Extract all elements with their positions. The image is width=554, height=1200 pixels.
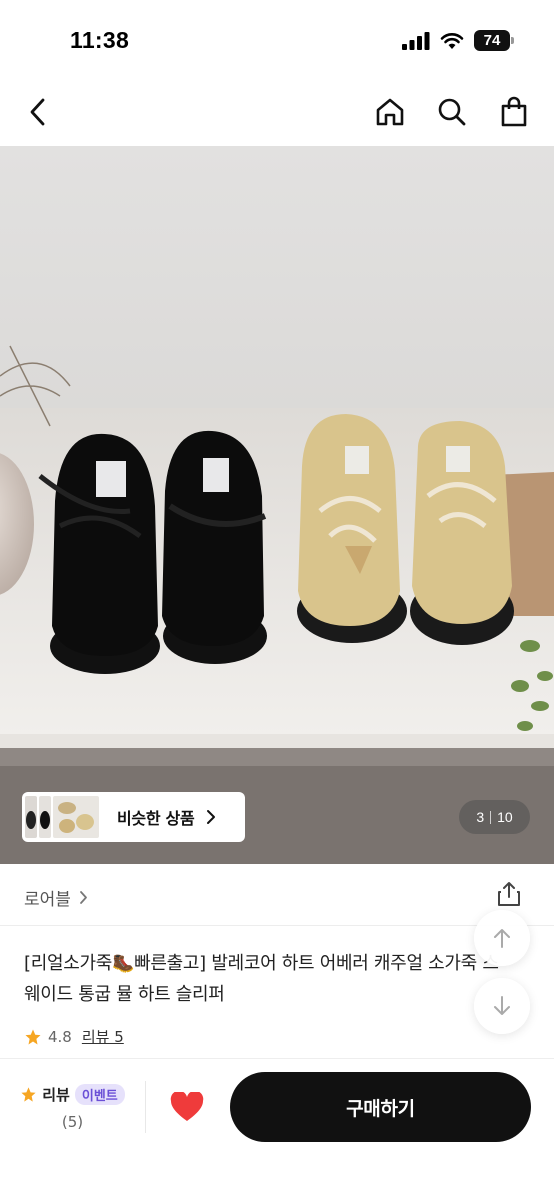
product-photo bbox=[0, 146, 554, 864]
share-icon bbox=[498, 882, 520, 906]
brand-name: 로어블 bbox=[24, 890, 71, 910]
brand-row: 로어블 bbox=[0, 864, 554, 926]
similar-thumb-2 bbox=[39, 796, 51, 838]
home-icon bbox=[376, 98, 404, 126]
brand-link[interactable]: 로어블 bbox=[24, 885, 88, 910]
signal-icon bbox=[402, 31, 430, 50]
event-badge: 이벤트 bbox=[74, 1083, 125, 1105]
arrow-up-icon bbox=[494, 929, 510, 948]
chevron-left-icon bbox=[30, 98, 45, 126]
rating-row: 4.8 리뷰 5 bbox=[24, 1026, 124, 1047]
product-image-gallery[interactable]: 비슷한 상품 3 10 bbox=[0, 146, 554, 864]
bottom-divider bbox=[145, 1081, 146, 1133]
page-separator bbox=[490, 810, 492, 824]
review-summary-button[interactable]: 리뷰 이벤트 (5) bbox=[0, 1059, 145, 1155]
home-button[interactable] bbox=[370, 92, 410, 132]
like-button[interactable] bbox=[167, 1087, 207, 1127]
status-bar: 11:38 74 bbox=[0, 0, 554, 80]
scroll-up-button[interactable] bbox=[474, 910, 530, 966]
review-link[interactable]: 리뷰 5 bbox=[82, 1026, 124, 1047]
page-total: 10 bbox=[497, 809, 513, 825]
review-label: 리뷰 bbox=[42, 1085, 70, 1104]
similar-thumb-1 bbox=[25, 796, 37, 838]
page-current: 3 bbox=[476, 809, 485, 825]
status-icons: 74 bbox=[402, 30, 514, 51]
similar-products-label: 비슷한 상품 bbox=[117, 809, 195, 828]
review-count: (5) bbox=[61, 1112, 84, 1131]
similar-products-button[interactable]: 비슷한 상품 bbox=[22, 792, 245, 842]
similar-thumb-3 bbox=[53, 796, 99, 838]
status-time: 11:38 bbox=[70, 27, 130, 53]
product-title: [리얼소가죽🥾빠른출고] 발레코어 하트 어베러 캐주얼 소가죽 스웨이드 통굽… bbox=[24, 953, 499, 1005]
wifi-icon bbox=[440, 32, 464, 49]
star-icon bbox=[21, 1086, 36, 1102]
shopping-bag-icon bbox=[501, 96, 527, 127]
chevron-right-icon bbox=[80, 891, 87, 904]
black-shoe-right bbox=[162, 430, 267, 664]
bottom-action-bar: 리뷰 이벤트 (5) 구매하기 bbox=[0, 1058, 554, 1200]
rating-score: 4.8 bbox=[48, 1027, 72, 1046]
cart-button[interactable] bbox=[494, 92, 534, 132]
buy-button[interactable]: 구매하기 bbox=[230, 1072, 531, 1142]
search-button[interactable] bbox=[432, 92, 472, 132]
similar-thumbnails bbox=[25, 796, 99, 838]
scroll-down-button[interactable] bbox=[474, 978, 530, 1034]
review-summary-top: 리뷰 이벤트 bbox=[20, 1083, 125, 1105]
battery-indicator: 74 bbox=[474, 30, 514, 51]
back-button[interactable] bbox=[18, 92, 58, 132]
heart-icon bbox=[170, 1092, 204, 1121]
beige-shoe-right bbox=[410, 421, 514, 645]
arrow-down-icon bbox=[494, 996, 510, 1015]
image-page-counter: 3 10 bbox=[459, 800, 530, 834]
chevron-right-icon bbox=[207, 810, 216, 824]
share-button[interactable] bbox=[496, 880, 522, 912]
nav-bar bbox=[0, 80, 554, 146]
search-icon bbox=[438, 98, 466, 126]
beige-shoe-left bbox=[297, 414, 407, 643]
star-icon bbox=[25, 1029, 41, 1044]
